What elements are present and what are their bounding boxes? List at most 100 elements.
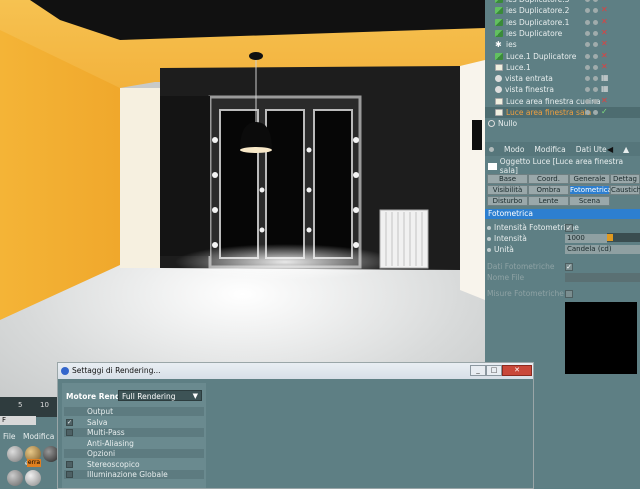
disable-x-icon[interactable]: ✕ [601,28,608,37]
disable-x-icon[interactable]: ✕ [601,5,608,14]
intensity-slider[interactable] [607,233,640,242]
render-item-checkbox[interactable] [66,471,73,478]
disable-x-icon[interactable]: ✕ [601,17,608,26]
render-dot-icon[interactable] [593,110,598,115]
menu-file[interactable]: File [3,432,16,441]
render-dot-icon[interactable] [593,0,598,2]
visibility-dot-icon[interactable] [585,64,590,70]
tag-grid-icon[interactable]: ▦ [601,84,609,93]
object-row[interactable]: ies Duplicatore.2 ✕ [485,5,640,16]
visibility-dot-icon[interactable] [585,87,590,93]
render-dot-icon[interactable] [593,87,598,93]
intensity-field[interactable]: 1000 [565,234,607,243]
object-row[interactable]: ies Duplicatore ✕ [485,28,640,39]
visibility-dot-icon[interactable] [585,98,590,104]
render-item-checkbox[interactable] [66,460,73,468]
chevron-down-icon: ▼ [192,392,198,400]
object-row[interactable]: vista entrata ▦ [485,73,640,84]
render-settings-item[interactable]: Illuminazione Globale [64,470,204,479]
minimize-button[interactable]: _ [470,365,486,376]
render-dot-icon[interactable] [593,30,598,36]
object-manager[interactable]: ies Duplicatore.3✕ies Duplicatore.2✕ies … [485,0,640,140]
tab-base[interactable]: Base [487,174,528,184]
visibility-dot-icon[interactable] [585,42,590,48]
render-settings-item[interactable]: ✓ Salva [64,418,204,427]
disable-x-icon[interactable]: ✕ [601,62,608,71]
photometric-data-checkbox[interactable]: ✓ [565,262,573,271]
timeline-ruler[interactable]: 5 10 [0,397,57,417]
tab-disturbo[interactable]: Disturbo [487,196,528,206]
cloner-icon [495,7,503,15]
render-engine-select[interactable]: Full Rendering ▼ [118,390,202,401]
close-button[interactable]: ✕ [502,365,532,376]
tab-visibilit[interactable]: Visibilità [487,185,528,195]
tab-caustich[interactable]: Caustich [610,185,640,195]
render-dot-icon[interactable] [593,98,598,104]
object-row[interactable]: ies Duplicatore.3 ✕ [485,0,640,5]
render-settings-item[interactable]: Stereoscopico [64,460,204,469]
disable-x-icon[interactable]: ✕ [601,0,608,3]
material-name-selected[interactable]: erra [27,459,41,467]
tab-ombra[interactable]: Ombra [528,185,569,195]
material-ball[interactable] [7,446,23,462]
visibility-dot-icon[interactable] [585,30,590,36]
disable-x-icon[interactable]: ✕ [601,96,608,105]
frame-field[interactable]: F [0,416,36,425]
render-item-checkbox[interactable]: ✓ [66,418,73,426]
visibility-dot-icon[interactable] [585,19,590,25]
render-settings-item[interactable]: Opzioni [64,449,204,458]
render-item-checkbox[interactable] [66,429,73,436]
tag-grid-icon[interactable]: ▦ [601,73,609,82]
render-settings-item[interactable]: Output [64,407,204,416]
enabled-check-icon[interactable]: ✓ [601,107,608,116]
disable-x-icon[interactable]: ✕ [601,39,608,48]
render-item-label: Opzioni [87,449,116,458]
material-ball[interactable] [7,470,23,486]
file-name-field[interactable] [565,273,640,282]
photometric-intensity-checkbox[interactable]: ✓ [565,223,573,232]
render-settings-item[interactable]: Multi-Pass [64,428,204,437]
render-dot-icon[interactable] [593,19,598,25]
object-row[interactable]: Luce area finestra sala ✓ [485,107,640,118]
null-icon [488,120,495,128]
photometric-size-checkbox[interactable] [565,289,573,298]
object-row[interactable]: Luce.1 ✕ [485,62,640,73]
object-row[interactable]: Luce.1 Duplicatore ✕ [485,51,640,62]
render-dot-icon[interactable] [593,53,598,59]
render-dot-icon[interactable] [593,42,598,48]
object-row[interactable]: vista finestra ▦ [485,84,640,95]
render-dot-icon[interactable] [593,64,598,70]
object-row[interactable]: Luce area finestra cucina ✕ [485,96,640,107]
dialog-titlebar[interactable]: Settaggi di Rendering... _ □ ✕ [58,363,533,379]
render-dot-icon[interactable] [593,8,598,14]
menu-modo[interactable]: Modo [504,145,524,154]
menu-modifica[interactable]: Modifica [534,145,565,154]
visibility-dot-icon[interactable] [585,53,590,59]
tab-lente[interactable]: Lente [528,196,569,206]
object-row[interactable]: ies Duplicatore.1 ✕ [485,17,640,28]
tab-scena[interactable]: Scena [569,196,610,206]
material-menubar: File Modifica [0,432,57,443]
tab-fotometrica[interactable]: Fotometrica [569,185,612,195]
menu-dati-utente[interactable]: Dati Ute [576,145,607,154]
menu-modifica[interactable]: Modifica [23,432,54,441]
tab-coord[interactable]: Coord. [528,174,569,184]
maximize-button[interactable]: □ [486,365,502,376]
visibility-dot-icon[interactable] [585,0,590,2]
object-row[interactable]: ✱ ies ✕ [485,39,640,50]
object-row[interactable]: Nullo [485,118,640,129]
visibility-dot-icon[interactable] [585,8,590,14]
unit-dropdown[interactable]: Candela (cd) [565,245,640,254]
tab-dettag[interactable]: Dettag [610,174,640,184]
disable-x-icon[interactable]: ✕ [601,51,608,60]
tab-generale[interactable]: Generale [569,174,610,184]
visibility-dot-icon[interactable] [585,76,590,82]
dialog-body: Motore Render Full Rendering ▼ Output ✓ Sa… [58,379,533,488]
render-settings-item[interactable]: Anti-Aliasing [64,439,204,448]
back-arrow-icon[interactable]: ◀ [607,145,613,154]
render-dot-icon[interactable] [593,76,598,82]
material-ball[interactable] [25,470,41,486]
visibility-dot-icon[interactable] [585,110,590,115]
up-arrow-icon[interactable]: ▲ [623,145,629,154]
ruler-tick: 5 [18,401,23,409]
